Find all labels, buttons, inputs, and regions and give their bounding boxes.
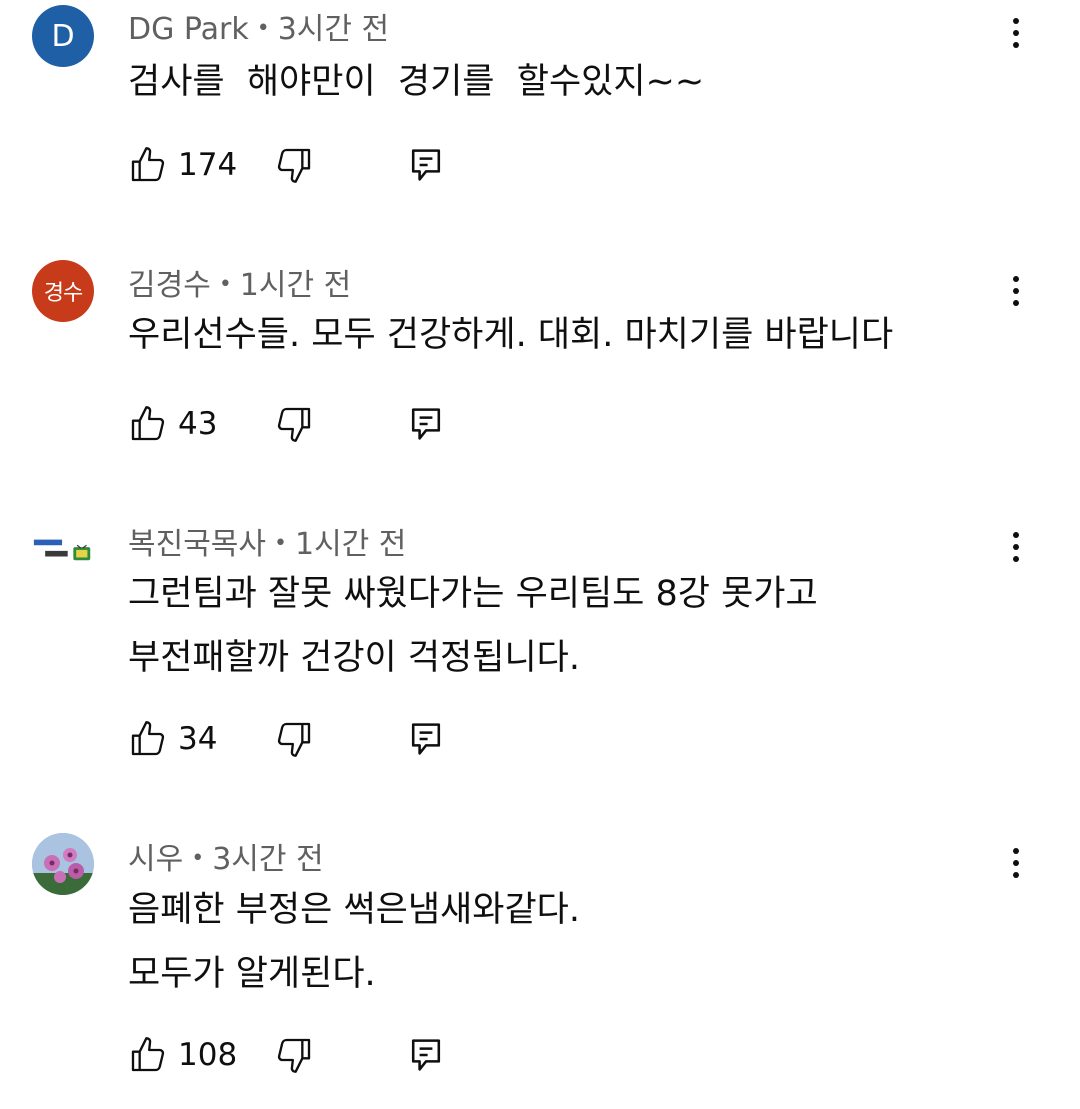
- comment-text: 음폐한 부정은 썩은냄새와같다. 모두가 알게된다.: [128, 890, 580, 994]
- comment-author[interactable]: 김경수: [128, 268, 211, 303]
- thumbs-up-icon: [131, 721, 165, 756]
- thumbs-up-icon: [131, 1037, 165, 1072]
- more-vert-icon[interactable]: [996, 267, 1036, 315]
- comment-actions: 34: [128, 719, 468, 759]
- thumbs-down-icon: [277, 1038, 311, 1073]
- comment-time[interactable]: 3시간 전: [278, 12, 389, 47]
- like-button[interactable]: 43: [128, 404, 217, 444]
- reply-button[interactable]: [410, 145, 442, 185]
- flower-avatar-icon: [32, 833, 94, 895]
- meta-separator: •: [191, 846, 205, 871]
- comment-meta: DG Park • 3시간 전: [128, 4, 389, 48]
- reply-icon: [411, 408, 441, 440]
- channel-logo-icon: [33, 539, 91, 561]
- thumbs-down-icon: [277, 148, 311, 183]
- like-button[interactable]: 174: [128, 145, 237, 185]
- dislike-button[interactable]: [274, 719, 314, 759]
- comment-meta: 김경수 • 1시간 전: [128, 260, 351, 304]
- like-count: 174: [178, 147, 238, 183]
- avatar-letter: D: [51, 18, 75, 54]
- comment-actions: 108: [128, 1035, 468, 1075]
- reply-button[interactable]: [410, 1035, 442, 1075]
- meta-separator: •: [218, 272, 232, 297]
- reply-icon: [411, 723, 441, 755]
- like-count: 43: [178, 406, 218, 442]
- dislike-button[interactable]: [274, 1035, 314, 1075]
- thumbs-up-icon: [131, 406, 165, 441]
- more-vert-icon[interactable]: [996, 9, 1036, 57]
- comment-time[interactable]: 1시간 전: [240, 268, 351, 303]
- comment-text: 그런팀과 잘못 싸웠다가는 우리팀도 8강 못가고 부전패할까 건강이 걱정됩니…: [128, 574, 818, 678]
- more-vert-icon[interactable]: [996, 523, 1036, 571]
- like-button[interactable]: 34: [128, 719, 217, 759]
- comment-meta: 복진국목사 • 1시간 전: [128, 519, 406, 563]
- thumbs-down-icon: [277, 722, 311, 757]
- comment-author[interactable]: 시우: [128, 842, 183, 877]
- avatar-letter: 경수: [43, 281, 83, 306]
- dislike-button[interactable]: [274, 145, 314, 185]
- comment-time[interactable]: 3시간 전: [212, 842, 323, 877]
- comment-author[interactable]: 복진국목사: [128, 527, 266, 562]
- comment-meta: 시우 • 3시간 전: [128, 834, 324, 878]
- reply-button[interactable]: [410, 719, 442, 759]
- reply-icon: [411, 1039, 441, 1071]
- meta-separator: •: [256, 16, 270, 41]
- like-button[interactable]: 108: [128, 1035, 237, 1075]
- avatar[interactable]: [32, 518, 94, 580]
- comment-actions: 43: [128, 404, 468, 444]
- comment-text: 우리선수들. 모두 건강하게. 대회. 마치기를 바랍니다: [128, 315, 894, 355]
- reply-icon: [411, 149, 441, 181]
- dislike-button[interactable]: [274, 404, 314, 444]
- meta-separator: •: [274, 531, 287, 556]
- thumbs-up-icon: [131, 147, 165, 182]
- like-count: 34: [178, 721, 218, 757]
- avatar[interactable]: 경수: [32, 260, 94, 322]
- thumbs-down-icon: [277, 407, 311, 442]
- reply-button[interactable]: [410, 404, 442, 444]
- comment-actions: 174: [128, 145, 468, 185]
- avatar[interactable]: [32, 833, 94, 895]
- more-vert-icon[interactable]: [996, 839, 1036, 887]
- comment-author[interactable]: DG Park: [128, 12, 249, 47]
- comment-text: 검사를 해야만이 경기를 할수있지~~: [128, 62, 705, 102]
- avatar[interactable]: D: [32, 5, 94, 67]
- comment-time[interactable]: 1시간 전: [295, 527, 406, 562]
- like-count: 108: [178, 1037, 238, 1073]
